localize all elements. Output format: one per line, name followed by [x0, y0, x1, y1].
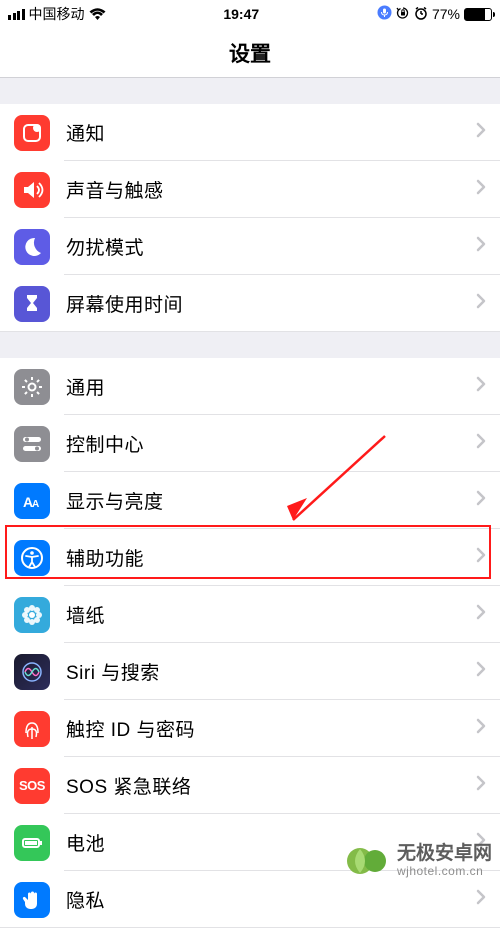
settings-row-general[interactable]: 通用 [0, 358, 500, 415]
chevron-right-icon [476, 661, 486, 682]
chevron-right-icon [476, 433, 486, 454]
flower-icon [14, 597, 50, 633]
status-bar-right: 77% [377, 5, 492, 23]
gear-icon [14, 369, 50, 405]
row-label: 通用 [66, 373, 460, 400]
siri-icon [14, 654, 50, 690]
alarm-icon [414, 6, 428, 23]
settings-row-notifications[interactable]: 通知 [0, 104, 500, 161]
settings-row-wallpaper[interactable]: 墙纸 [0, 586, 500, 643]
settings-row-dnd[interactable]: 勿扰模式 [0, 218, 500, 275]
hand-icon [14, 882, 50, 918]
sos-icon: SOS [14, 768, 50, 804]
chevron-right-icon [476, 775, 486, 796]
carrier-name: 中国移动 [29, 4, 85, 24]
chevron-right-icon [476, 293, 486, 314]
hourglass-icon [14, 286, 50, 322]
row-label: Siri 与搜索 [66, 658, 460, 685]
battery-percent: 77% [432, 6, 460, 22]
watermark-logo-icon [345, 839, 389, 883]
settings-row-screentime[interactable]: 屏幕使用时间 [0, 275, 500, 332]
nav-bar: 设置 [0, 28, 500, 78]
wifi-icon [89, 8, 106, 21]
orientation-lock-icon [396, 6, 410, 23]
row-label: 辅助功能 [66, 544, 460, 571]
chevron-right-icon [476, 376, 486, 397]
chevron-right-icon [476, 604, 486, 625]
battery-icon [464, 8, 492, 21]
row-label: 勿扰模式 [66, 233, 460, 260]
page-title: 设置 [229, 38, 271, 68]
row-label: SOS 紧急联络 [66, 772, 460, 799]
svg-text:A: A [32, 499, 39, 510]
fingerprint-icon [14, 711, 50, 747]
chevron-right-icon [476, 718, 486, 739]
switches-icon [14, 426, 50, 462]
row-label: 通知 [66, 119, 460, 146]
chevron-right-icon [476, 236, 486, 257]
row-label: 墙纸 [66, 601, 460, 628]
text-size-icon: AA [14, 483, 50, 519]
status-bar: 中国移动 19:47 77% [0, 0, 500, 28]
settings-row-sos[interactable]: SOS SOS 紧急联络 [0, 757, 500, 814]
watermark: 无极安卓网 wjhotel.com.cn [345, 839, 492, 883]
battery-icon [14, 825, 50, 861]
moon-icon [14, 229, 50, 265]
settings-row-accessibility[interactable]: 辅助功能 [0, 529, 500, 586]
row-label: 隐私 [66, 886, 460, 913]
settings-row-siri[interactable]: Siri 与搜索 [0, 643, 500, 700]
settings-row-sounds[interactable]: 声音与触感 [0, 161, 500, 218]
mic-icon [377, 5, 392, 23]
row-label: 控制中心 [66, 430, 460, 457]
chevron-right-icon [476, 889, 486, 910]
settings-row-control-center[interactable]: 控制中心 [0, 415, 500, 472]
row-label: 屏幕使用时间 [66, 290, 460, 317]
notification-badge-icon [14, 115, 50, 151]
settings-row-touchid[interactable]: 触控 ID 与密码 [0, 700, 500, 757]
chevron-right-icon [476, 547, 486, 568]
row-label: 声音与触感 [66, 176, 460, 203]
chevron-right-icon [476, 179, 486, 200]
row-label: 显示与亮度 [66, 487, 460, 514]
status-bar-left: 中国移动 [8, 4, 106, 24]
status-bar-time: 19:47 [223, 6, 259, 22]
chevron-right-icon [476, 490, 486, 511]
accessibility-icon [14, 540, 50, 576]
settings-row-display[interactable]: AA 显示与亮度 [0, 472, 500, 529]
row-label: 触控 ID 与密码 [66, 715, 460, 742]
watermark-title: 无极安卓网 [397, 844, 492, 865]
speaker-icon [14, 172, 50, 208]
watermark-subtitle: wjhotel.com.cn [397, 865, 492, 878]
cellular-signal-icon [8, 9, 25, 20]
chevron-right-icon [476, 122, 486, 143]
